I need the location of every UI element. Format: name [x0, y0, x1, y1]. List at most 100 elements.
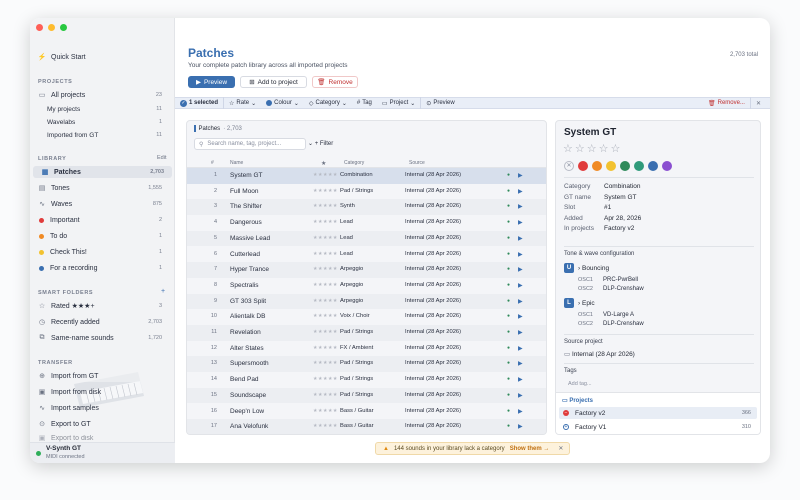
- sidebar-item-import-from-gt[interactable]: ⊕ Import from GT: [30, 370, 170, 382]
- preview-button[interactable]: ▶ Preview: [188, 76, 235, 88]
- table-row[interactable]: 7 Hyper Trance ★★★★★ Arpeggio Internal (28 A…: [187, 262, 546, 278]
- sidebar-item-to-do[interactable]: To do 1: [30, 230, 170, 242]
- filter-button[interactable]: ⌄ + Filter: [308, 140, 333, 147]
- sidebar-item-wavelabs[interactable]: Wavelabs 1: [30, 116, 170, 128]
- table-row[interactable]: 8 Spectralis ★★★★★ Arpeggio Internal (28 Apr…: [187, 278, 546, 294]
- colour-swatch[interactable]: [592, 161, 602, 171]
- row-rating-stars[interactable]: ★★★★★: [313, 329, 338, 335]
- play-icon[interactable]: ▶: [518, 392, 523, 399]
- play-icon[interactable]: ▶: [518, 188, 523, 195]
- row-rating-stars[interactable]: ★★★★★: [313, 345, 338, 351]
- zoom-window-button[interactable]: [60, 24, 67, 31]
- project-row-factory-v2[interactable]: − Factory v2 366: [559, 407, 757, 419]
- play-icon[interactable]: ▶: [518, 203, 523, 210]
- play-icon[interactable]: ▶: [518, 329, 523, 336]
- add-smart-folder-button[interactable]: +: [161, 288, 165, 295]
- remove-button[interactable]: 🗑 Remove: [312, 76, 358, 88]
- row-rating-stars[interactable]: ★★★★★: [313, 282, 338, 288]
- col-category[interactable]: Category: [344, 160, 364, 166]
- add-to-project-button[interactable]: ⊞ Add to project: [240, 76, 307, 88]
- play-icon[interactable]: ▶: [518, 172, 523, 179]
- col-num[interactable]: #: [211, 160, 214, 166]
- row-rating-stars[interactable]: ★★★★★: [313, 313, 338, 319]
- device-status-bar[interactable]: V-Synth GT MIDI connected: [30, 442, 175, 463]
- table-row[interactable]: 3 The Shifter ★★★★★ Synth Internal (28 Apr 2…: [187, 199, 546, 216]
- row-rating-stars[interactable]: ★★★★★: [313, 408, 338, 414]
- colour-swatch[interactable]: [620, 161, 630, 171]
- row-rating-stars[interactable]: ★★★★★: [313, 172, 338, 178]
- play-icon[interactable]: ▶: [518, 298, 523, 305]
- sidebar-item-export-to-gt[interactable]: ⊙ Export to GT: [30, 418, 170, 430]
- clear-selection-button[interactable]: ✕: [749, 97, 766, 109]
- play-icon[interactable]: ▶: [518, 360, 523, 367]
- banner-close-button[interactable]: ✕: [558, 445, 563, 452]
- row-rating-stars[interactable]: ★★★★★: [313, 392, 338, 398]
- library-edit-button[interactable]: Edit: [157, 155, 166, 161]
- table-row[interactable]: 12 Alter States ★★★★★ FX / Ambient Internal …: [187, 341, 546, 357]
- sidebar-item-patches[interactable]: ▦ Patches 2,703: [33, 166, 172, 178]
- colour-swatch[interactable]: [634, 161, 644, 171]
- rate-dropdown[interactable]: ☆ Rate ⌄: [223, 97, 261, 109]
- play-icon[interactable]: ▶: [518, 376, 523, 383]
- minimize-window-button[interactable]: [48, 24, 55, 31]
- row-rating-stars[interactable]: ★★★★★: [313, 219, 338, 225]
- toolbar-remove-button[interactable]: 🗑 Remove...: [703, 97, 750, 109]
- table-row[interactable]: 9 GT 303 Split ★★★★★ Arpeggio Internal (28 A…: [187, 293, 546, 310]
- quick-start-item[interactable]: ⚡ Quick Start: [30, 51, 170, 63]
- row-rating-stars[interactable]: ★★★★★: [313, 235, 338, 241]
- play-icon[interactable]: ▶: [518, 313, 523, 320]
- sidebar-item-all-projects[interactable]: ▭ All projects 23: [30, 89, 170, 101]
- project-dropdown[interactable]: ▭ Project ⌄: [377, 97, 420, 109]
- sidebar-item-rated[interactable]: ☆ Rated ★★★+ 3: [30, 300, 170, 312]
- table-row[interactable]: 10 Alientalk DB ★★★★★ Voix / Choir Internal …: [187, 309, 546, 325]
- row-rating-stars[interactable]: ★★★★★: [313, 376, 338, 382]
- row-rating-stars[interactable]: ★★★★★: [313, 423, 338, 429]
- row-rating-stars[interactable]: ★★★★★: [313, 251, 338, 257]
- close-window-button[interactable]: [36, 24, 43, 31]
- sidebar-item-for-a-recording[interactable]: For a recording 1: [30, 262, 170, 274]
- table-row[interactable]: 14 Bend Pad ★★★★★ Pad / Strings Internal (28…: [187, 372, 546, 388]
- table-row[interactable]: 13 Supersmooth ★★★★★ Pad / Strings Internal …: [187, 356, 546, 373]
- play-icon[interactable]: ▶: [518, 423, 523, 430]
- remove-circle-icon[interactable]: −: [563, 410, 569, 416]
- sidebar-item-recently-added[interactable]: ◷ Recently added 2,703: [30, 316, 170, 328]
- row-rating-stars[interactable]: ★★★★★: [313, 360, 338, 366]
- table-row[interactable]: 16 Deep'n Low ★★★★★ Bass / Guitar Internal (…: [187, 404, 546, 420]
- play-icon[interactable]: ▶: [518, 219, 523, 226]
- colour-swatch[interactable]: [606, 161, 616, 171]
- play-icon[interactable]: ▶: [518, 282, 523, 289]
- table-row[interactable]: 1 System GT ★★★★★ Combination Internal (28 A…: [187, 168, 546, 184]
- add-tag-input[interactable]: Add tag...: [568, 381, 592, 387]
- rating-stars[interactable]: ☆☆☆☆☆: [563, 142, 622, 155]
- row-rating-stars[interactable]: ★★★★★: [313, 298, 338, 304]
- play-icon[interactable]: ▶: [518, 345, 523, 352]
- row-rating-stars[interactable]: ★★★★★: [313, 203, 338, 209]
- colour-swatch[interactable]: [578, 161, 588, 171]
- no-colour-button[interactable]: ✕: [564, 161, 574, 171]
- show-them-link[interactable]: Show them →: [510, 446, 550, 452]
- toolbar-preview-button[interactable]: ⊙ Preview: [420, 97, 459, 109]
- colour-swatch[interactable]: [648, 161, 658, 171]
- play-icon[interactable]: ▶: [518, 266, 523, 273]
- table-row[interactable]: 15 Soundscape ★★★★★ Pad / Strings Internal (…: [187, 387, 546, 404]
- table-row[interactable]: 2 Full Moon ★★★★★ Pad / Strings Internal (28…: [187, 184, 546, 200]
- row-rating-stars[interactable]: ★★★★★: [313, 188, 338, 194]
- colour-dropdown[interactable]: Colour ⌄: [261, 97, 304, 109]
- sidebar-item-check-this[interactable]: Check This! 1: [30, 246, 170, 258]
- tag-button[interactable]: # Tag: [352, 97, 377, 109]
- col-star[interactable]: ★: [321, 160, 326, 167]
- sidebar-item-import-from-disk[interactable]: ▣ Import from disk: [30, 386, 170, 398]
- col-name[interactable]: Name: [230, 160, 243, 166]
- table-row[interactable]: 5 Massive Lead ★★★★★ Lead Internal (28 Apr 2…: [187, 230, 546, 247]
- category-dropdown[interactable]: ◇ Category ⌄: [304, 97, 352, 109]
- sidebar-item-imported-from-gt[interactable]: Imported from GT 11: [30, 129, 170, 141]
- table-row[interactable]: 17 Ana Velofunk ★★★★★ Bass / Guitar Internal…: [187, 419, 546, 434]
- table-row[interactable]: 6 Cutterlead ★★★★★ Lead Internal (28 Apr 202…: [187, 247, 546, 263]
- play-icon[interactable]: ▶: [518, 408, 523, 415]
- sidebar-item-waves[interactable]: ∿ Waves 875: [30, 198, 170, 210]
- sidebar-item-important[interactable]: Important 2: [30, 214, 170, 226]
- lower-tone-name[interactable]: › Epic: [578, 300, 595, 307]
- sidebar-item-import-samples[interactable]: ∿ Import samples: [30, 402, 170, 414]
- search-input[interactable]: ⚲ Search name, tag, project...: [194, 138, 306, 150]
- play-icon[interactable]: ▶: [518, 235, 523, 242]
